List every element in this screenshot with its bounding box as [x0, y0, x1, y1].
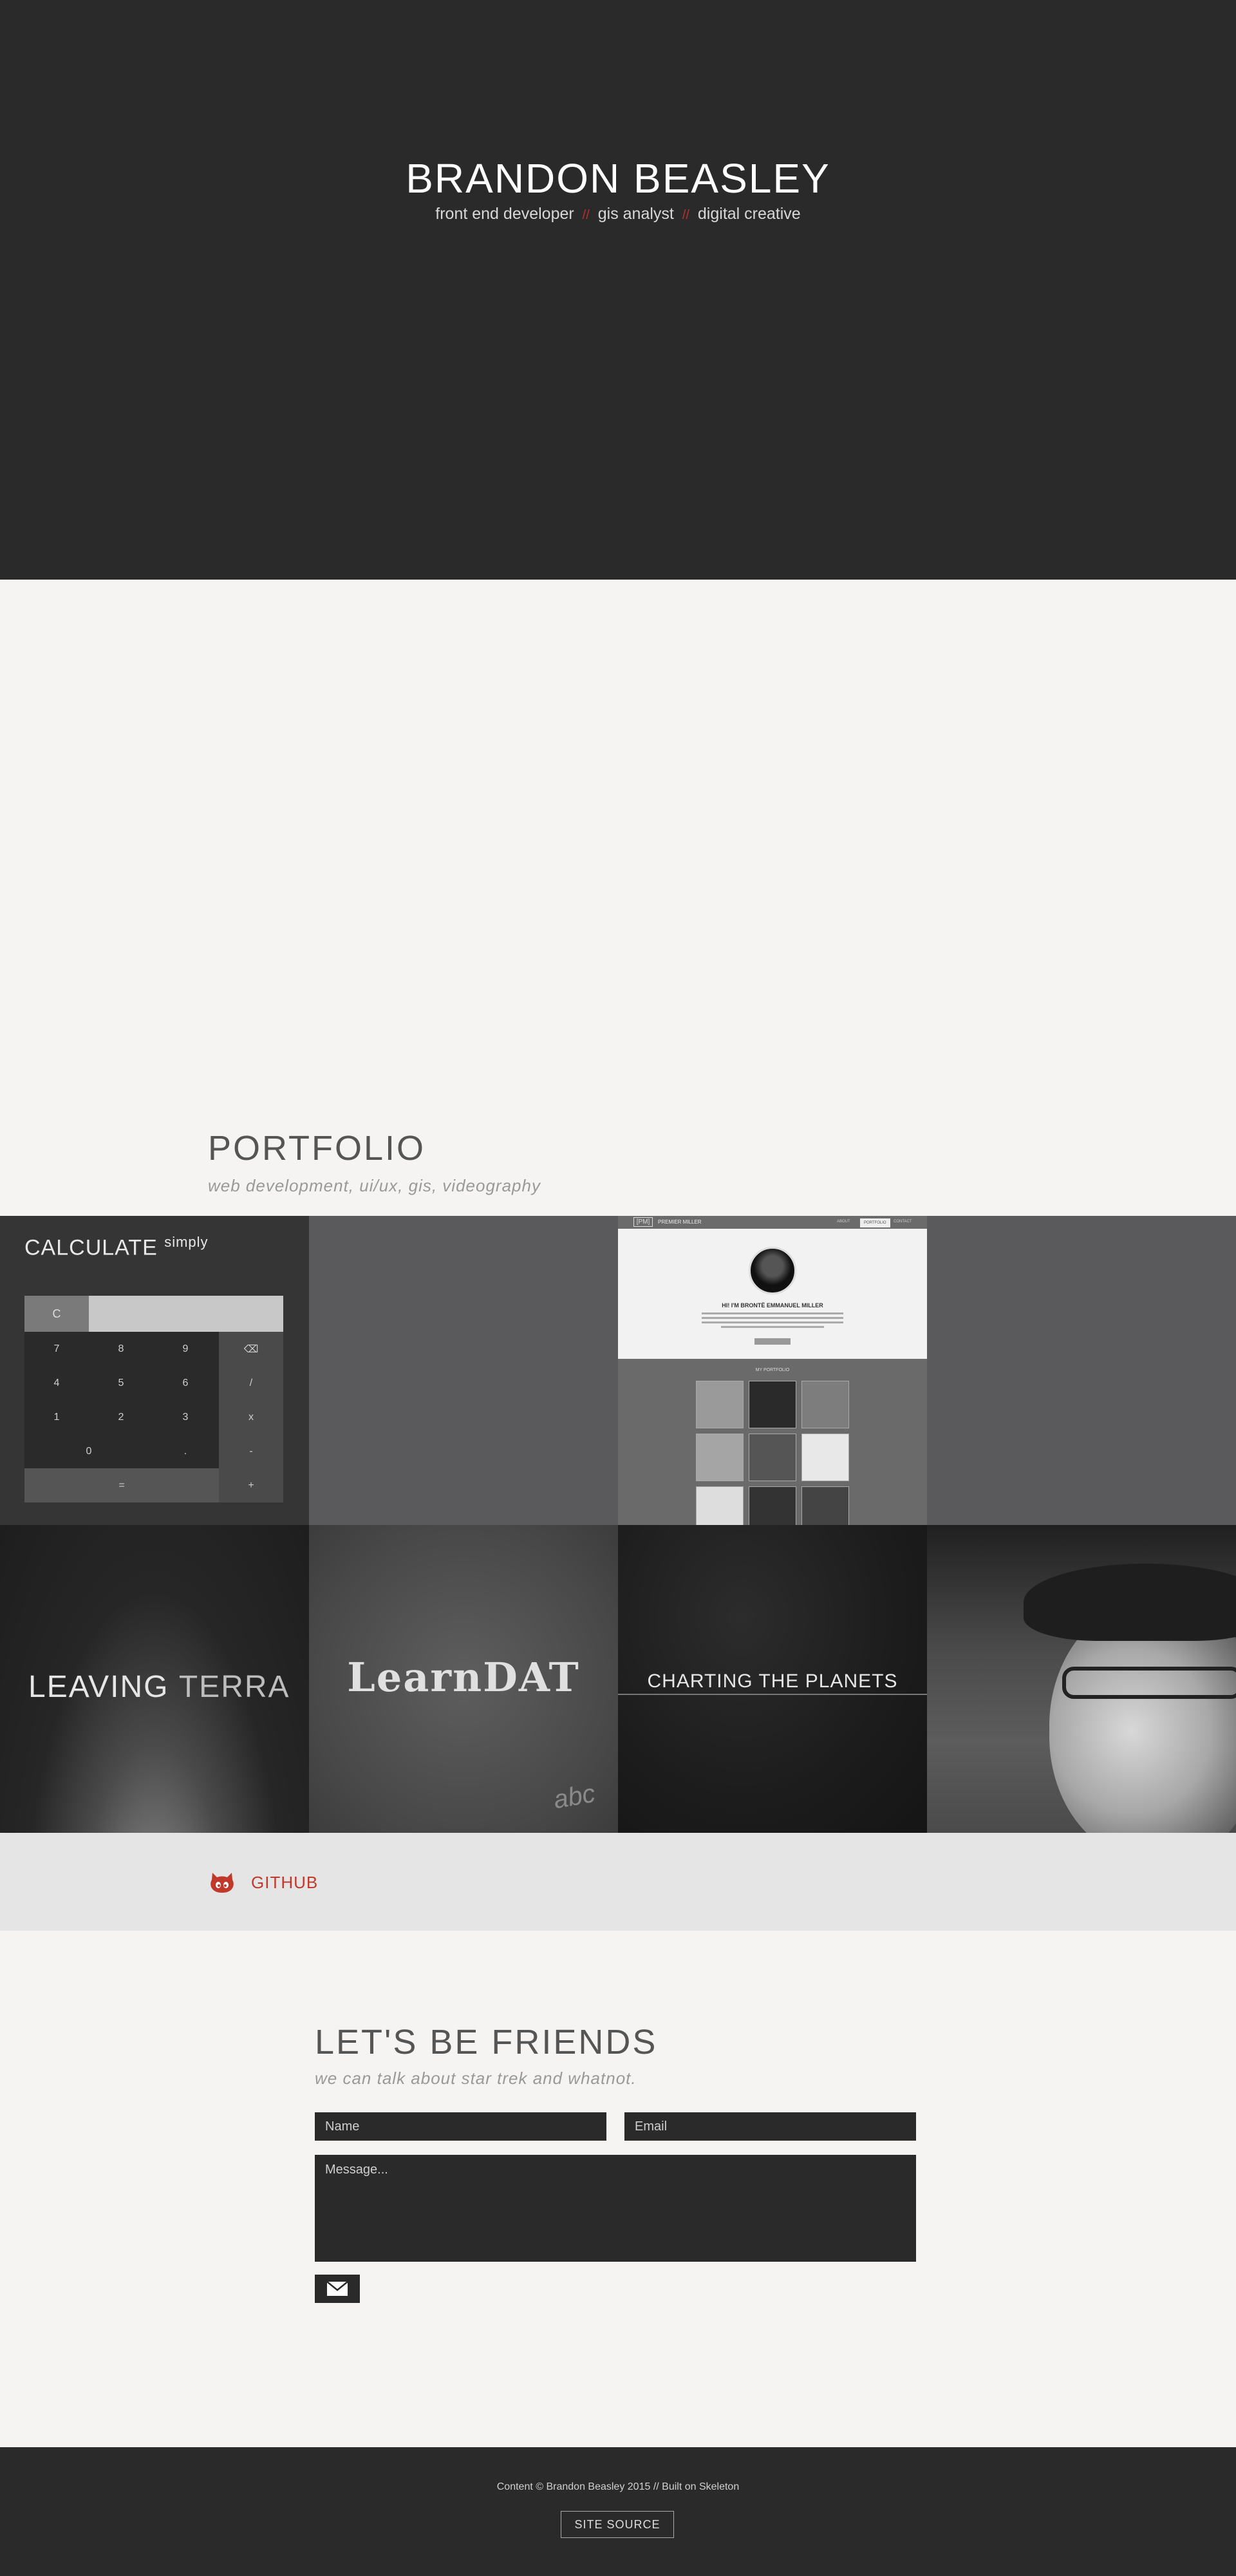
site-preview-nav-item: CONTACT: [894, 1220, 912, 1224]
portfolio-item-portrait[interactable]: [927, 1525, 1236, 1834]
leaving-terra-title: LEAVING TERRA: [28, 1670, 290, 1704]
calculator-key: /: [219, 1366, 283, 1400]
site-preview-thumb: [696, 1434, 744, 1481]
site-preview-nav-item: ABOUT: [837, 1220, 850, 1224]
calculator-key: 0: [86, 1445, 92, 1457]
calculator-key: +: [219, 1468, 283, 1502]
calculator-key: 8: [118, 1343, 124, 1354]
calculator-clear-key: C: [24, 1296, 89, 1332]
portfolio-item-calculator[interactable]: CALCULATE simply C 7 8 9 ⌫ 4 5 6 / 1 2 3…: [0, 1216, 309, 1525]
role-3: digital creative: [697, 205, 801, 223]
portfolio-item-blank[interactable]: [927, 1216, 1236, 1525]
calculator-key: 3: [182, 1411, 189, 1423]
calculator-key: -: [219, 1434, 283, 1468]
site-preview-thumb: [749, 1434, 796, 1481]
message-field[interactable]: [315, 2155, 916, 2262]
calculator-key: 2: [118, 1411, 124, 1423]
site-preview-text-line: [721, 1326, 824, 1328]
github-icon[interactable]: [210, 1871, 234, 1893]
site-preview-avatar: [749, 1247, 796, 1294]
calculator-key: 5: [118, 1377, 124, 1388]
site-preview-button: [754, 1338, 791, 1345]
hero-name: BRANDON BEASLEY: [406, 155, 830, 202]
portfolio-subtitle: web development, ui/ux, gis, videography: [208, 1176, 541, 1195]
site-preview-nav-item: PORTFOLIO: [860, 1218, 890, 1227]
site-preview-brand: PREMIER MILLER: [658, 1219, 702, 1225]
site-preview-thumb: [696, 1381, 744, 1428]
portfolio-title: PORTFOLIO: [208, 1129, 426, 1168]
calculator-preview: C 7 8 9 ⌫ 4 5 6 / 1 2 3 x 0 . - = +: [24, 1296, 283, 1502]
site-preview-text-line: [702, 1312, 843, 1314]
portrait-cap: [1024, 1564, 1236, 1641]
name-field[interactable]: [315, 2112, 606, 2141]
portfolio-item-website[interactable]: [PM] PREMIER MILLER ABOUT PORTFOLIO CONT…: [618, 1216, 927, 1525]
site-preview-logo: [PM]: [633, 1217, 653, 1227]
site-preview-nav: [PM] PREMIER MILLER ABOUT PORTFOLIO CONT…: [618, 1216, 927, 1229]
portrait-glasses: [1062, 1667, 1236, 1699]
send-button[interactable]: [315, 2275, 360, 2303]
site-preview-thumb: [801, 1434, 849, 1481]
site-preview-thumb: [801, 1381, 849, 1428]
site-preview-thumb: [696, 1486, 744, 1525]
planets-title: CHARTING THE PLANETS: [647, 1671, 898, 1692]
portfolio-item-charting-planets[interactable]: CHARTING THE PLANETS: [618, 1525, 927, 1834]
role-1: front end developer: [435, 205, 574, 223]
hero-roles: front end developer // gis analyst // di…: [0, 205, 1236, 223]
footer-credit: Content © Brandon Beasley 2015 // Built …: [496, 2481, 740, 2492]
contact-subtitle: we can talk about star trek and whatnot.: [315, 2069, 637, 2088]
email-field[interactable]: [624, 2112, 916, 2141]
calculator-key: 4: [53, 1377, 60, 1388]
site-preview-thumb: [749, 1486, 796, 1525]
role-separator: //: [682, 208, 689, 222]
hero-section: BRANDON BEASLEY front end developer // g…: [0, 0, 1236, 580]
site-preview-thumb: [801, 1486, 849, 1525]
portfolio-item-leaving-terra[interactable]: LEAVING TERRA: [0, 1525, 309, 1834]
site-source-button[interactable]: SITE SOURCE: [561, 2511, 674, 2538]
calculator-key: .: [183, 1445, 187, 1457]
site-preview-hello: HI! I'M BRONTË EMMANUEL MILLER: [722, 1302, 823, 1309]
learndat-title: LearnDAT: [347, 1654, 580, 1701]
role-2: gis analyst: [597, 205, 674, 223]
calculator-title: CALCULATE simply: [24, 1234, 209, 1260]
calculator-key: 6: [182, 1377, 189, 1388]
site-preview-thumb: [749, 1381, 796, 1428]
calculator-key: 9: [182, 1343, 189, 1354]
calculator-key: x: [219, 1400, 283, 1434]
portfolio-item-blank[interactable]: [309, 1216, 618, 1525]
backspace-icon: ⌫: [219, 1332, 283, 1366]
calculator-key: 7: [53, 1343, 60, 1354]
contact-title: LET'S BE FRIENDS: [315, 2023, 658, 2061]
chalk-doodle: abc: [551, 1779, 597, 1815]
calculator-key: =: [24, 1468, 219, 1502]
site-preview-text-line: [702, 1317, 843, 1319]
site-preview-portfolio-label: MY PORTFOLIO: [755, 1368, 790, 1372]
site-preview-text-line: [702, 1321, 843, 1323]
envelope-icon: [326, 2281, 348, 2296]
site-preview-top: [PM] PREMIER MILLER ABOUT PORTFOLIO CONT…: [618, 1216, 927, 1359]
github-link[interactable]: GITHUB: [251, 1873, 318, 1893]
role-separator: //: [582, 208, 590, 222]
calculator-key: 1: [53, 1411, 60, 1423]
github-band: [0, 1833, 1236, 1931]
portfolio-item-learndat[interactable]: LearnDAT abc: [309, 1525, 618, 1834]
